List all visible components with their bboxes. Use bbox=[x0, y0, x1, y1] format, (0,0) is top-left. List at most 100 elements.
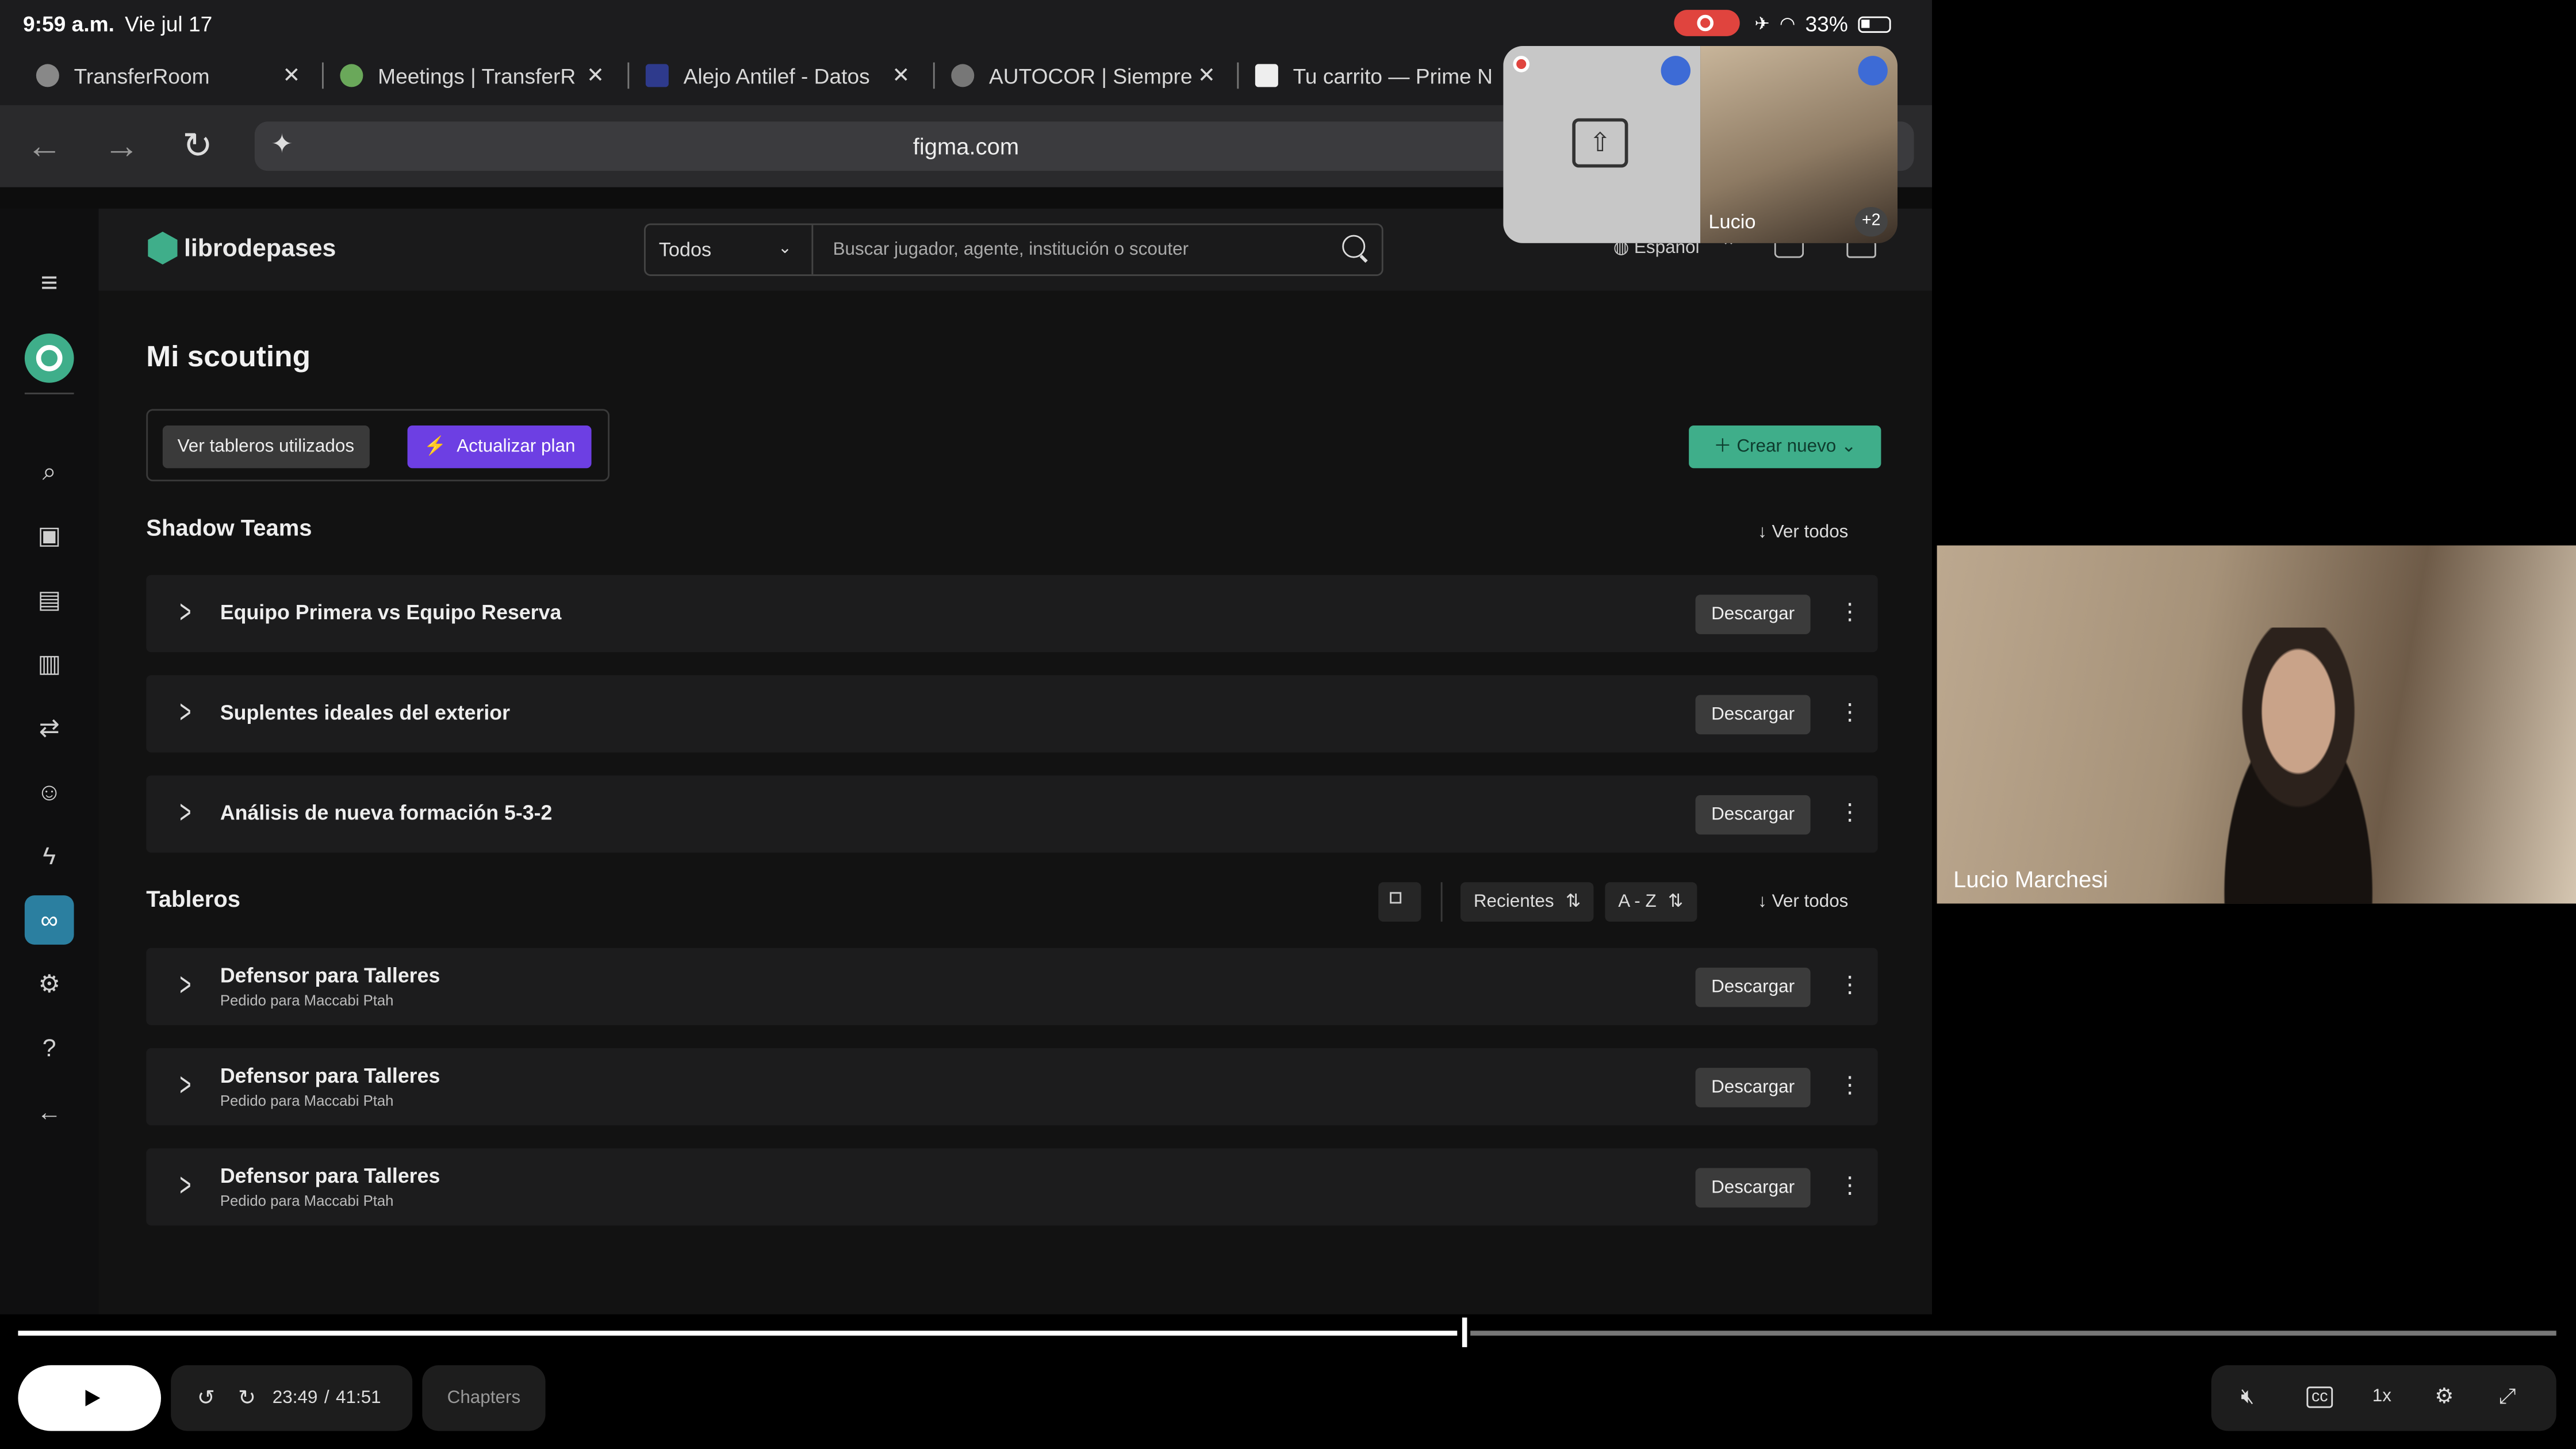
playback-progress-bar[interactable] bbox=[18, 1317, 2556, 1347]
fullscreen-icon[interactable]: ⤢ bbox=[2499, 1383, 2516, 1410]
status-bar: 9:59 a.m. Vie jul 17 ✈ ◠ 33% bbox=[0, 0, 1932, 46]
tableros-title: Tableros bbox=[146, 885, 241, 912]
tab-alejo[interactable]: Alejo Antilef - Datos bbox=[645, 46, 870, 105]
tab-transferroom[interactable]: TransferRoom bbox=[36, 46, 210, 105]
tableros-view-all[interactable]: ↓ Ver todos bbox=[1758, 892, 1848, 911]
page-title: Mi scouting bbox=[146, 340, 311, 373]
shadow-team-row[interactable]: > Análisis de nueva formación 5-3-2 Desc… bbox=[146, 775, 1878, 853]
chevron-right-icon[interactable]: > bbox=[179, 1168, 191, 1206]
search-input[interactable]: Buscar jugador, agente, institución o sc… bbox=[833, 225, 1189, 274]
document-icon[interactable]: ▤ bbox=[25, 575, 74, 624]
tab-carrito[interactable]: Tu carrito — Prime N bbox=[1255, 46, 1493, 105]
time-controls: ↺ ↻ 23:49 / 41:51 bbox=[171, 1365, 413, 1431]
gear-icon[interactable]: ⚙ bbox=[25, 960, 74, 1009]
captions-icon[interactable]: cc bbox=[2306, 1386, 2333, 1408]
url-text: figma.com bbox=[913, 133, 1019, 160]
more-vertical-icon[interactable]: ⋮ bbox=[1838, 1071, 1861, 1099]
more-vertical-icon[interactable]: ⋮ bbox=[1838, 1171, 1861, 1199]
sort-recent-button[interactable]: Recientes ⇅ bbox=[1460, 882, 1594, 922]
transfer-icon[interactable]: ⇄ bbox=[25, 703, 74, 753]
progress-remaining bbox=[1470, 1331, 2556, 1336]
more-vertical-icon[interactable]: ⋮ bbox=[1838, 698, 1861, 726]
screen-record-indicator[interactable] bbox=[1674, 10, 1740, 36]
current-time: 23:49 bbox=[272, 1388, 318, 1408]
scrubber-handle[interactable] bbox=[1462, 1317, 1467, 1347]
row-title: Defensor para Talleres bbox=[220, 1064, 440, 1088]
more-vertical-icon[interactable]: ⋮ bbox=[1838, 799, 1861, 827]
grid-view-icon[interactable] bbox=[1378, 882, 1421, 922]
chevron-right-icon[interactable]: > bbox=[179, 795, 191, 833]
bar-chart-icon[interactable]: ▥ bbox=[25, 639, 74, 688]
mute-icon[interactable]: 🔇︎ bbox=[2241, 1383, 2254, 1410]
view-all-label: Ver todos bbox=[1772, 522, 1849, 542]
download-button[interactable]: Descargar bbox=[1695, 795, 1811, 835]
total-time: 41:51 bbox=[336, 1388, 381, 1408]
search-icon[interactable]: ⌕ bbox=[25, 447, 74, 496]
chevron-right-icon[interactable]: > bbox=[179, 595, 191, 632]
binoculars-icon[interactable]: ∞ bbox=[24, 895, 74, 945]
tablero-row[interactable]: > Defensor para Talleres Pedido para Mac… bbox=[146, 1148, 1878, 1226]
shadow-teams-view-all[interactable]: ↓ Ver todos bbox=[1758, 523, 1848, 542]
app-logo-icon[interactable] bbox=[24, 334, 74, 383]
forward-skip-icon[interactable]: ↻ bbox=[238, 1385, 256, 1412]
reload-icon[interactable]: ↻ bbox=[182, 125, 213, 167]
collapse-arrow-icon[interactable]: ← bbox=[25, 1087, 74, 1137]
tab-divider bbox=[1237, 62, 1239, 89]
close-icon[interactable]: ✕ bbox=[586, 46, 604, 105]
create-new-button[interactable]: ＋ Crear nuevo ⌄ bbox=[1689, 425, 1881, 469]
download-button[interactable]: Descargar bbox=[1695, 967, 1811, 1007]
sort-az-button[interactable]: A - Z ⇅ bbox=[1605, 882, 1697, 922]
tab-autocor[interactable]: AUTOCOR | Siempre bbox=[951, 46, 1193, 105]
search-filter-select[interactable]: Todos ⌄ bbox=[646, 225, 814, 275]
more-vertical-icon[interactable]: ⋮ bbox=[1838, 971, 1861, 999]
more-vertical-icon[interactable]: ⋮ bbox=[1838, 598, 1861, 626]
download-button[interactable]: Descargar bbox=[1695, 1068, 1811, 1107]
download-button[interactable]: Descargar bbox=[1695, 695, 1811, 735]
chevron-right-icon[interactable]: > bbox=[179, 968, 191, 1006]
users-icon[interactable]: ☺ bbox=[25, 767, 74, 816]
upgrade-plan-button[interactable]: Actualizar plan bbox=[407, 425, 592, 469]
close-icon[interactable]: ✕ bbox=[1198, 46, 1216, 105]
back-icon[interactable]: ← bbox=[26, 125, 63, 167]
tab-meetings[interactable]: Meetings | TransferR bbox=[340, 46, 576, 105]
lightning-icon[interactable]: ϟ bbox=[25, 831, 74, 881]
sort-az-label: A - Z bbox=[1618, 892, 1657, 912]
forward-icon[interactable]: → bbox=[103, 125, 140, 167]
row-title: Suplentes ideales del exterior bbox=[220, 702, 511, 724]
audio-level-icon bbox=[1661, 56, 1690, 86]
settings-gear-icon[interactable]: ⚙ bbox=[2435, 1383, 2454, 1410]
create-new-label: Crear nuevo bbox=[1736, 437, 1837, 457]
close-icon[interactable]: ✕ bbox=[282, 46, 300, 105]
shadow-teams-title: Shadow Teams bbox=[146, 514, 312, 540]
status-date: Vie jul 17 bbox=[125, 12, 213, 36]
call-pip-window[interactable]: ⇧ Lucio +2 bbox=[1503, 46, 1897, 243]
chevron-right-icon[interactable]: > bbox=[179, 695, 191, 733]
speed-button[interactable]: 1x bbox=[2372, 1386, 2391, 1406]
shadow-team-row[interactable]: > Suplentes ideales del exterior Descarg… bbox=[146, 675, 1878, 753]
sidebar-divider bbox=[24, 392, 74, 394]
tablero-row[interactable]: > Defensor para Talleres Pedido para Mac… bbox=[146, 948, 1878, 1025]
toolbar-divider bbox=[1440, 882, 1443, 922]
view-used-boards-button[interactable]: Ver tableros utilizados bbox=[162, 425, 369, 469]
menu-icon[interactable]: ≡ bbox=[25, 258, 74, 308]
close-icon[interactable]: ✕ bbox=[892, 46, 910, 105]
share-screen-icon[interactable]: ⇧ bbox=[1572, 118, 1628, 168]
chapters-button[interactable]: Chapters bbox=[422, 1365, 546, 1431]
download-button[interactable]: Descargar bbox=[1695, 1168, 1811, 1208]
player-card-icon[interactable]: ▣ bbox=[25, 511, 74, 561]
more-participants-badge[interactable]: +2 bbox=[1854, 207, 1888, 237]
play-button[interactable] bbox=[18, 1365, 161, 1431]
wifi-icon: ◠ bbox=[1779, 14, 1796, 34]
tab-label: AUTOCOR | Siempre bbox=[989, 63, 1193, 88]
help-icon[interactable]: ? bbox=[25, 1023, 74, 1073]
sort-arrows-icon: ⇅ bbox=[1565, 892, 1581, 912]
chevron-right-icon[interactable]: > bbox=[179, 1068, 191, 1106]
download-button[interactable]: Descargar bbox=[1695, 595, 1811, 634]
progress-played bbox=[18, 1331, 1458, 1336]
shadow-team-row[interactable]: > Equipo Primera vs Equipo Reserva Desca… bbox=[146, 575, 1878, 653]
search-icon[interactable] bbox=[1342, 235, 1366, 258]
tablero-row[interactable]: > Defensor para Talleres Pedido para Mac… bbox=[146, 1048, 1878, 1126]
brand-logo[interactable]: librodepases bbox=[148, 231, 336, 264]
rewind-icon[interactable]: ↺ bbox=[197, 1385, 215, 1412]
recording-dot-icon bbox=[1513, 56, 1529, 72]
